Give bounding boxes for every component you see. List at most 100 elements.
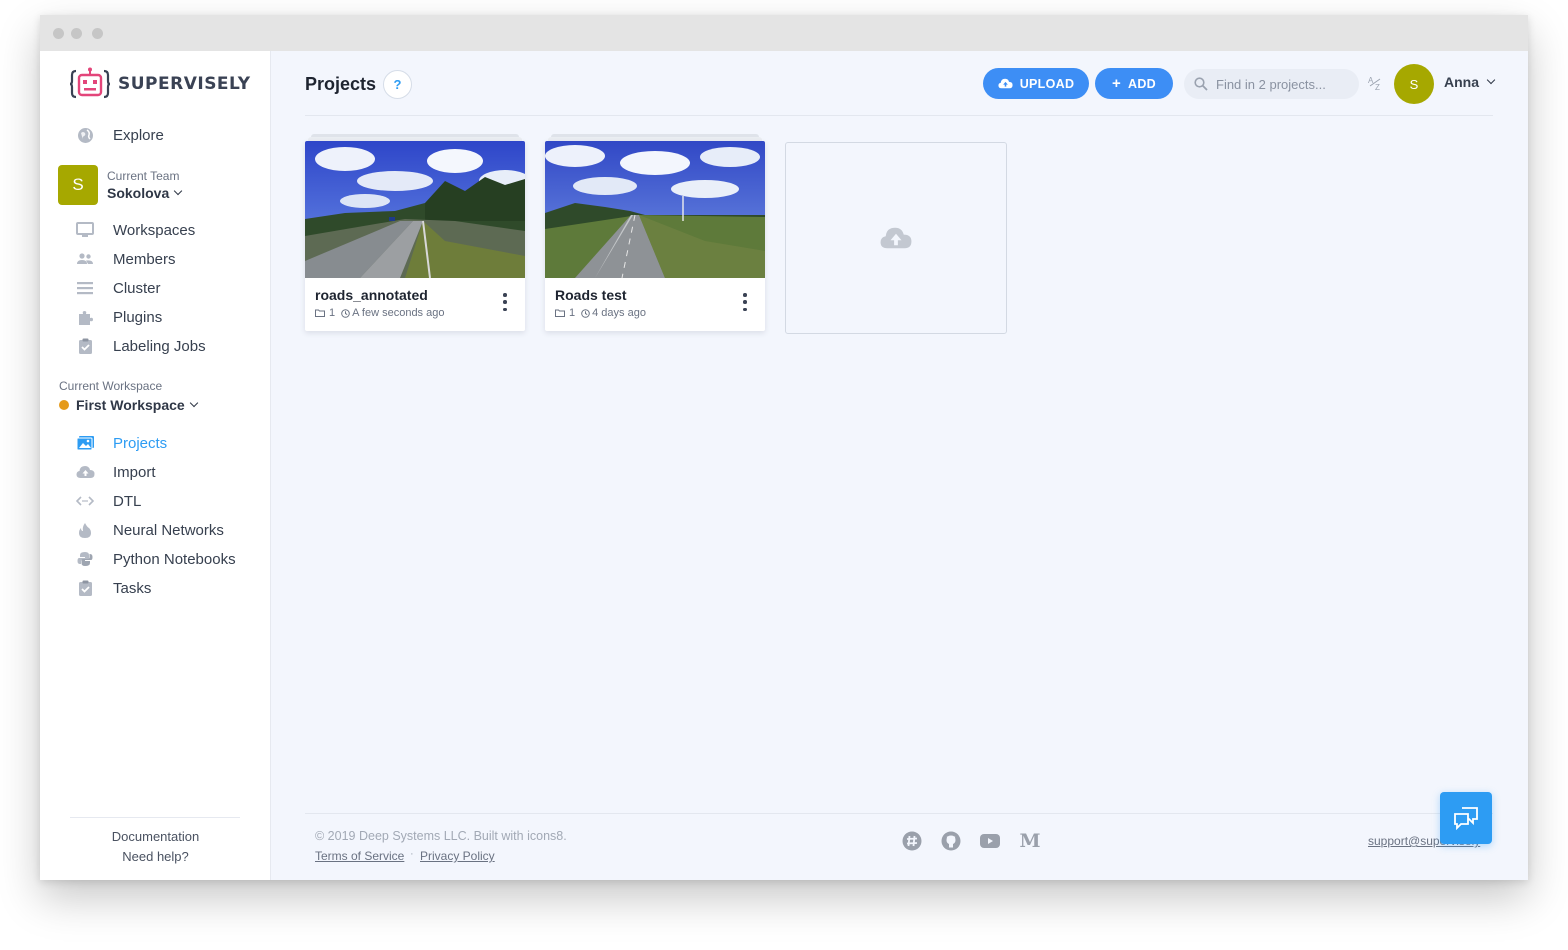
sidebar-divider: [70, 817, 240, 818]
project-thumbnail: [545, 141, 765, 278]
dataset-count: 1: [569, 307, 576, 319]
team-avatar[interactable]: S: [58, 165, 98, 205]
sidebar-item-labeling-jobs[interactable]: Labeling Jobs: [75, 335, 206, 357]
sidebar-item-label: Cluster: [113, 279, 161, 297]
sidebar-item-cluster[interactable]: Cluster: [75, 277, 161, 299]
puzzle-icon: [75, 307, 95, 327]
people-icon: [75, 249, 95, 269]
workspace-selector[interactable]: First Workspace: [59, 397, 198, 413]
sidebar-item-import[interactable]: Import: [75, 461, 156, 483]
project-card-body[interactable]: Roads test 1 4 days ago: [545, 141, 765, 331]
sidebar-item-dtl[interactable]: DTL: [75, 490, 141, 512]
sidebar-item-members[interactable]: Members: [75, 248, 176, 270]
sidebar-item-plugins[interactable]: Plugins: [75, 306, 162, 328]
clipboard-check-icon: [75, 336, 95, 356]
folder-icon: [315, 309, 325, 317]
upload-project-card[interactable]: [785, 142, 1007, 334]
list-icon: [75, 278, 95, 298]
upload-label: UPLOAD: [1019, 76, 1075, 91]
need-help-link[interactable]: Need help?: [40, 849, 271, 864]
sidebar-item-label: Projects: [113, 434, 168, 452]
robot-logo-icon: [70, 67, 110, 99]
minimize-dot[interactable]: [71, 28, 82, 39]
updated-time: 4 days ago: [592, 307, 646, 319]
team-selector[interactable]: Sokolova: [107, 185, 183, 201]
sidebar-item-label: DTL: [113, 492, 142, 510]
python-icon: [75, 549, 95, 569]
dataset-count: 1: [329, 307, 336, 319]
more-options-icon[interactable]: [737, 293, 753, 311]
logo[interactable]: SUPERVISELY: [70, 67, 251, 101]
upload-button[interactable]: UPLOAD: [983, 68, 1089, 99]
help-button[interactable]: ?: [383, 70, 412, 99]
browser-window: SUPERVISELY Explore S Current Team Sokol…: [40, 15, 1528, 880]
sidebar-item-tasks[interactable]: Tasks: [75, 577, 151, 599]
header-divider: [305, 115, 1493, 116]
window-titlebar: [40, 15, 1528, 51]
copyright-text: © 2019 Deep Systems LLC. Built with icon…: [315, 829, 567, 843]
project-card-body[interactable]: roads_annotated 1 A few seconds ago: [305, 141, 525, 331]
page-title: Projects: [305, 74, 377, 94]
cloud-upload-icon: [879, 226, 913, 250]
sidebar-item-projects[interactable]: Projects: [75, 432, 167, 454]
sidebar-item-label: Tasks: [113, 579, 152, 597]
chevron-down-icon: [1486, 75, 1496, 85]
user-avatar[interactable]: S: [1394, 64, 1434, 104]
medium-icon[interactable]: M: [1019, 830, 1041, 852]
slack-icon[interactable]: [901, 830, 923, 852]
chevron-down-icon: [189, 398, 198, 408]
clipboard-check-icon: [75, 578, 95, 598]
project-thumbnail: [305, 141, 525, 278]
flame-icon: [75, 520, 95, 540]
search-input[interactable]: [1216, 76, 1356, 92]
search-box[interactable]: [1184, 69, 1359, 99]
project-meta: 1 A few seconds ago: [315, 307, 444, 319]
sidebar-item-label: Import: [113, 463, 156, 481]
sidebar-item-label: Members: [113, 250, 176, 268]
chevron-down-icon: [174, 186, 183, 196]
sidebar-item-explore[interactable]: Explore: [75, 124, 164, 146]
add-label: ADD: [1128, 76, 1157, 91]
globe-icon: [75, 125, 95, 145]
workspace-name: First Workspace: [76, 397, 185, 413]
sidebar-item-label: Workspaces: [113, 221, 196, 239]
sidebar-item-label: Plugins: [113, 308, 163, 326]
project-name: Roads test: [555, 287, 627, 303]
folder-icon: [555, 309, 565, 317]
updated-time: A few seconds ago: [352, 307, 445, 319]
sidebar-item-label: Explore: [113, 126, 164, 144]
youtube-icon[interactable]: [979, 830, 1001, 852]
search-icon: [1194, 77, 1208, 91]
sidebar-item-python-notebooks[interactable]: Python Notebooks: [75, 548, 236, 570]
clock-icon: [341, 308, 350, 318]
sidebar-item-neural-networks[interactable]: Neural Networks: [75, 519, 224, 541]
clock-icon: [581, 308, 590, 318]
project-meta: 1 4 days ago: [555, 307, 646, 319]
user-menu[interactable]: Anna: [1444, 74, 1496, 90]
sort-alphabetical-icon[interactable]: AZ: [1368, 75, 1386, 94]
privacy-link[interactable]: Privacy Policy: [420, 849, 495, 863]
medium-letter: M: [1019, 830, 1041, 852]
project-name: roads_annotated: [315, 287, 428, 303]
user-name: Anna: [1444, 74, 1479, 90]
sidebar-item-workspaces[interactable]: Workspaces: [75, 219, 195, 241]
cloud-upload-icon: [75, 462, 95, 482]
documentation-link[interactable]: Documentation: [40, 829, 271, 844]
footer-separator: ·: [410, 848, 414, 860]
current-team-caption: Current Team: [107, 169, 180, 183]
maximize-dot[interactable]: [92, 28, 103, 39]
sidebar: SUPERVISELY Explore S Current Team Sokol…: [40, 51, 271, 880]
terms-link[interactable]: Terms of Service: [315, 849, 404, 863]
chat-support-button[interactable]: [1440, 792, 1492, 844]
add-button[interactable]: + ADD: [1095, 68, 1173, 99]
plus-icon: +: [1111, 75, 1122, 92]
monitor-icon: [75, 220, 95, 240]
team-name: Sokolova: [107, 185, 170, 201]
close-dot[interactable]: [53, 28, 64, 39]
cloud-upload-icon: [998, 78, 1013, 89]
brand-name: SUPERVISELY: [118, 74, 251, 94]
github-icon[interactable]: [940, 830, 962, 852]
sidebar-item-label: Neural Networks: [113, 521, 224, 539]
more-options-icon[interactable]: [497, 293, 513, 311]
footer-divider: [305, 813, 1493, 814]
